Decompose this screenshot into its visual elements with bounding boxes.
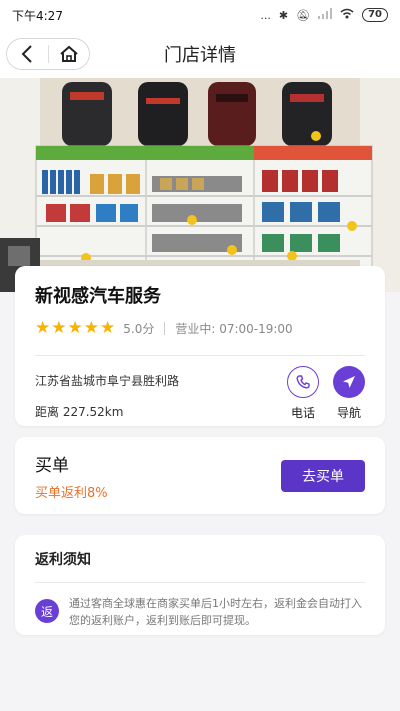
notice-text: 通过客商全球惠在商家买单后1小时左右，返利金会自动打入您的返利账户，返利到账后即… (69, 597, 362, 627)
shop-info-card: 新视感汽车服务 ★ ★ ★ ★ ★ 5.0分 营业中: 07:00-19:00 … (15, 266, 385, 426)
rating-stars: ★ ★ ★ ★ ★ (35, 320, 115, 337)
store-photo (0, 78, 400, 292)
rating-divider (164, 322, 166, 335)
notice-divider (35, 582, 365, 583)
wifi-icon (340, 8, 354, 22)
rating-row: ★ ★ ★ ★ ★ 5.0分 营业中: 07:00-19:00 (35, 320, 365, 337)
address-block: 江苏省盐城市阜宁县胜利路 距离 227.52km (35, 366, 179, 421)
go-pay-button[interactable]: 去买单 (281, 459, 365, 492)
nav-capsule (6, 38, 90, 70)
bluetooth-icon: ✱ (278, 8, 289, 22)
buy-card: 买单 买单返利8% 去买单 (15, 437, 385, 514)
shop-name: 新视感汽车服务 (35, 286, 161, 307)
page-title: 门店详情 (164, 45, 236, 66)
phone-icon (287, 366, 319, 398)
buy-rebate: 买单返利8% (35, 485, 108, 501)
card-divider (35, 355, 365, 356)
notice-title: 返利须知 (35, 552, 91, 568)
navigate-label: 导航 (336, 406, 361, 420)
buy-info: 买单 买单返利8% (35, 451, 108, 501)
chevron-left-icon (21, 45, 32, 63)
battery-icon: 70 (362, 8, 388, 22)
navigate-button[interactable]: 导航 (333, 366, 365, 421)
business-hours: 营业中: 07:00-19:00 (175, 322, 293, 336)
star-icon: ★ (83, 318, 99, 338)
nav-bar: 门店详情 (0, 30, 400, 78)
rebate-badge-icon: 返 (35, 599, 59, 623)
contact-actions: 电话 导航 (287, 366, 365, 421)
phone-button[interactable]: 电话 (287, 366, 319, 421)
star-icon: ★ (100, 318, 116, 338)
notice-body: 返 通过客商全球惠在商家买单后1小时左右，返利金会自动打入您的返利账户，返利到账… (35, 595, 365, 629)
rebate-notice-card: 返利须知 返 通过客商全球惠在商家买单后1小时左右，返利金会自动打入您的返利账户… (15, 535, 385, 635)
shop-distance: 距离 227.52km (35, 405, 124, 419)
mute-icon: 🔕︎ (296, 8, 311, 22)
status-icons: ... ✱ 🔕︎ 70 (260, 8, 388, 22)
back-button[interactable] (7, 39, 48, 69)
buy-title: 买单 (35, 455, 69, 476)
star-icon: ★ (51, 318, 67, 338)
status-bar: 下午4:27 ... ✱ 🔕︎ 70 (0, 0, 400, 30)
star-icon: ★ (35, 318, 51, 338)
rating-score: 5.0分 (123, 322, 155, 336)
status-time: 下午4:27 (12, 8, 63, 23)
star-icon: ★ (67, 318, 83, 338)
home-icon (60, 45, 78, 62)
navigation-arrow-icon (333, 366, 365, 398)
more-dots-icon: ... (260, 8, 271, 22)
phone-label: 电话 (290, 406, 315, 420)
signal-icon (318, 8, 333, 22)
home-button[interactable] (49, 39, 90, 69)
shop-address: 江苏省盐城市阜宁县胜利路 (35, 374, 180, 388)
address-row: 江苏省盐城市阜宁县胜利路 距离 227.52km 电话 导航 (35, 366, 365, 421)
